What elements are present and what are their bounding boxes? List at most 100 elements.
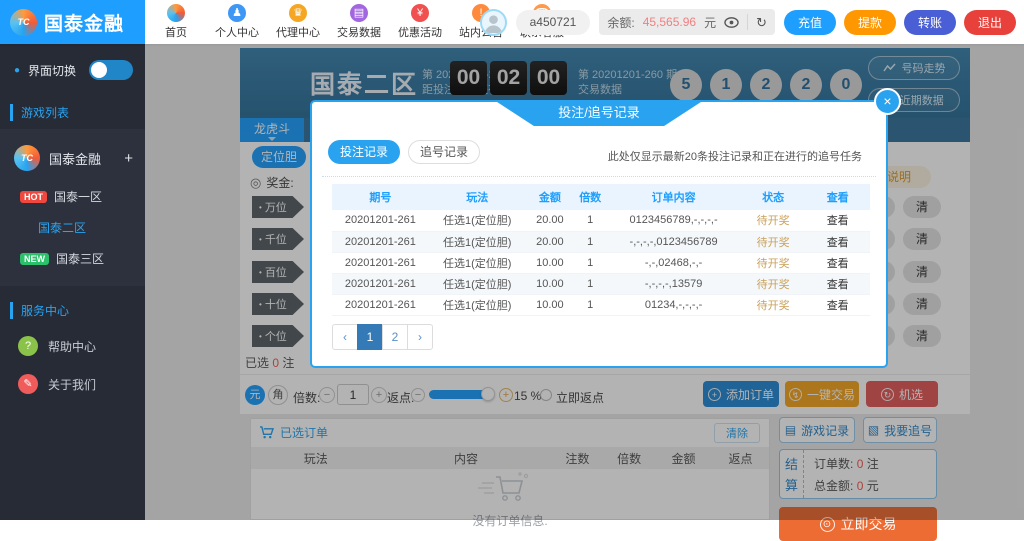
home-icon [167, 4, 185, 22]
nav-item-trade-data[interactable]: ▤ 交易数据 [335, 4, 383, 40]
nav-item-agent-center[interactable]: ♛ 代理中心 [274, 4, 322, 40]
agent-center-icon: ♛ [289, 4, 307, 22]
nav-label: 代理中心 [276, 24, 320, 40]
sidebar-item-label: 国泰一区 [54, 188, 102, 205]
nav-item-promotions[interactable]: ¥优惠活动 [396, 4, 444, 40]
sidebar-item-help-center[interactable]: ?帮助中心 [0, 327, 145, 365]
view-link[interactable]: 查看 [805, 210, 870, 231]
view-link[interactable]: 查看 [805, 252, 870, 273]
view-link[interactable]: 查看 [805, 273, 870, 294]
page-button-›[interactable]: › [407, 324, 433, 350]
balance-group: 余额: 45,565.96 元 ↻ [599, 9, 775, 35]
avatar-person-icon [482, 11, 505, 34]
cell: -,-,-,-,0123456789 [606, 231, 741, 252]
sidebar-game-items: HOT 国泰一区国泰二区 NEW国泰三区 [0, 181, 145, 274]
column-header: 状态 [741, 184, 806, 210]
table-head: 期号玩法金额倍数订单内容状态查看 [332, 184, 870, 210]
table-row: 20201201-261任选1(定位胆)20.0010123456789,-,-… [332, 210, 870, 231]
nav-item-user-center[interactable]: ♟个人中心 [213, 4, 261, 40]
page-button-‹[interactable]: ‹ [332, 324, 358, 350]
sidebar-brand-label: 国泰金融 [49, 149, 115, 168]
sidebar-item-label: 关于我们 [48, 376, 96, 393]
column-header: 金额 [526, 184, 574, 210]
cell: 任选1(定位胆) [429, 273, 526, 294]
about-us-icon: ✎ [18, 374, 38, 394]
cell: 待开奖 [741, 294, 806, 315]
withdraw-button[interactable]: 提款 [844, 10, 896, 35]
username[interactable]: a450721 [516, 10, 591, 35]
nav-label: 优惠活动 [398, 24, 442, 40]
view-link[interactable]: 查看 [805, 231, 870, 252]
cell: 20201201-261 [332, 273, 429, 294]
bet-records-table: 期号玩法金额倍数订单内容状态查看 20201201-261任选1(定位胆)20.… [332, 184, 870, 316]
view-link[interactable]: 查看 [805, 294, 870, 315]
sidebar: ● 界面切换 游戏列表 TC 国泰金融 + HOT国泰一区国泰二区NEW国泰三区… [0, 44, 145, 520]
sidebar-item-国泰二区[interactable]: 国泰二区 [0, 212, 145, 243]
table-body: 20201201-261任选1(定位胆)20.0010123456789,-,-… [332, 210, 870, 315]
cell: 1 [574, 273, 606, 294]
cell: 待开奖 [741, 273, 806, 294]
nav-label: 交易数据 [337, 24, 381, 40]
column-header: 期号 [332, 184, 429, 210]
cell: 1 [574, 252, 606, 273]
badge-new: NEW [20, 253, 49, 265]
avatar[interactable] [480, 9, 507, 36]
cell: 0123456789,-,-,-,- [606, 210, 741, 231]
brand-name: 国泰金融 [44, 9, 124, 36]
cell: 1 [574, 294, 606, 315]
logout-button[interactable]: 退出 [964, 10, 1016, 35]
cell: 任选1(定位胆) [429, 231, 526, 252]
badge-hot: HOT [20, 191, 47, 203]
tab-bet-records[interactable]: 投注记录 [328, 140, 400, 164]
column-header: 订单内容 [606, 184, 741, 210]
refresh-icon[interactable]: ↻ [756, 16, 767, 29]
game-list-box: TC 国泰金融 + HOT 国泰一区国泰二区 NEW国泰三区 [0, 129, 145, 286]
table-row: 20201201-261任选1(定位胆)10.001-,-,02468,-,-待… [332, 252, 870, 273]
recharge-button[interactable]: 充值 [784, 10, 836, 35]
cell: 10.00 [526, 273, 574, 294]
expand-plus-icon[interactable]: + [124, 150, 133, 167]
page-button-2[interactable]: 2 [382, 324, 408, 350]
cell: 待开奖 [741, 210, 806, 231]
cell: -,-,02468,-,- [606, 252, 741, 273]
top-bar: TC 国泰金融 首页♟个人中心♛代理中心▤交易数据¥优惠活动!站内公告☎联系客服… [0, 0, 1024, 44]
service-title: 服务中心 [10, 302, 145, 319]
sidebar-item-国泰一区[interactable]: HOT 国泰一区 [0, 181, 145, 212]
close-icon[interactable]: × [874, 88, 901, 115]
sidebar-item-about-us[interactable]: ✎ 关于我们 [0, 365, 145, 403]
divider [747, 14, 748, 30]
dotted-divider [322, 176, 876, 177]
cell: 20201201-261 [332, 252, 429, 273]
ui-switch-toggle[interactable] [89, 60, 133, 80]
cell: 20201201-261 [332, 294, 429, 315]
nav-label: 首页 [165, 24, 187, 40]
cell: 任选1(定位胆) [429, 210, 526, 231]
sidebar-item-label: 国泰二区 [38, 219, 86, 236]
sidebar-brand-row[interactable]: TC 国泰金融 + [0, 139, 145, 181]
brand-logo-icon: TC [10, 9, 37, 36]
bet-records-modal: 投注/追号记录 × 投注记录 追号记录 此处仅显示最新20条投注记录和正在进行的… [310, 100, 888, 368]
trade-data-icon: ▤ [350, 4, 368, 22]
modal-title-tab: 投注/追号记录 [494, 100, 704, 126]
brand-logo-block[interactable]: TC 国泰金融 [0, 0, 145, 44]
bullet-icon: ● [14, 65, 20, 76]
balance-value: 45,565.96 [643, 15, 696, 29]
transfer-button[interactable]: 转账 [904, 10, 956, 35]
cell: 待开奖 [741, 252, 806, 273]
cell: 01234,-,-,-,- [606, 294, 741, 315]
cell: 1 [574, 231, 606, 252]
tab-chase-records[interactable]: 追号记录 [408, 140, 480, 164]
brand-logo-icon: TC [14, 145, 40, 171]
page-button-1[interactable]: 1 [357, 324, 383, 350]
cell: 10.00 [526, 294, 574, 315]
nav-item-home[interactable]: 首页 [152, 4, 200, 40]
ui-switch-label: 界面切换 [28, 62, 81, 79]
eye-icon[interactable] [724, 17, 739, 28]
cell: 待开奖 [741, 231, 806, 252]
help-center-icon: ? [18, 336, 38, 356]
cell: 任选1(定位胆) [429, 294, 526, 315]
sidebar-item-国泰三区[interactable]: NEW国泰三区 [0, 243, 145, 274]
column-header: 倍数 [574, 184, 606, 210]
modal-note: 此处仅显示最新20条投注记录和正在进行的追号任务 [608, 148, 862, 164]
cell: 20.00 [526, 231, 574, 252]
